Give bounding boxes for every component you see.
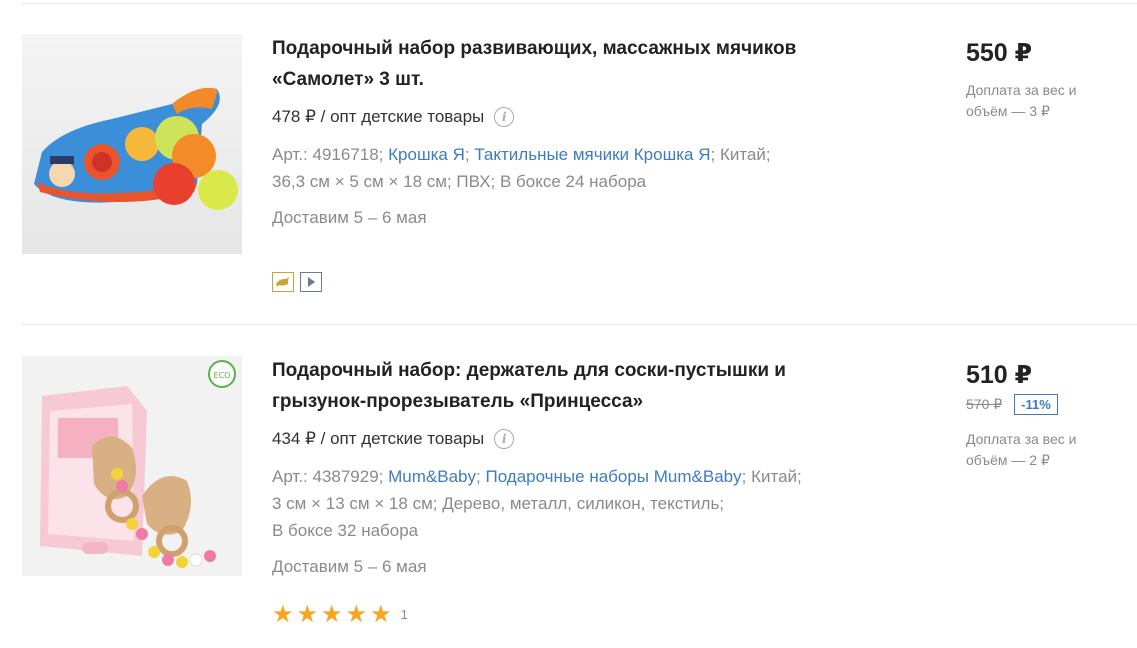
discount-badge: -11% [1014, 394, 1058, 415]
opt-price: 478 ₽ / опт детские товары [272, 107, 485, 126]
category-link[interactable]: Тактильные мячики Крошка Я [474, 145, 710, 164]
delivery-info: Доставим 5 – 6 мая [272, 557, 427, 576]
article-number: Арт.: 4916718; [272, 145, 384, 164]
star-icon: ★ [296, 600, 319, 628]
product-image[interactable]: ECO [22, 356, 242, 576]
product-title[interactable]: Подарочный набор развивающих, массажных … [272, 33, 872, 95]
product-meta: Арт.: 4387929; Mum&Baby; Подарочные набо… [272, 467, 802, 540]
star-icon: ★ [370, 600, 392, 628]
price: 550 ₽ [966, 39, 1033, 67]
category-link[interactable]: Подарочные наборы Mum&Baby [485, 467, 741, 486]
opt-price: 434 ₽ / опт детские товары [272, 429, 485, 448]
old-price: 570 ₽ [966, 396, 1003, 412]
info-icon[interactable]: i [494, 429, 515, 449]
country: Китай; [719, 145, 771, 164]
item-divider [22, 324, 1137, 325]
brand-link[interactable]: Крошка Я [388, 145, 465, 164]
surcharge-note: Доплата за вес и объём — 3 ₽ [966, 82, 1077, 119]
product-meta: Арт.: 4916718; Крошка Я; Тактильные мячи… [272, 145, 771, 191]
rating-count: 1 [400, 606, 408, 622]
star-icon: ★ [321, 600, 343, 628]
product-card: Подарочный набор развивающих, массажных … [0, 0, 1137, 325]
product-title[interactable]: Подарочный набор: держатель для соски-пу… [272, 355, 872, 417]
surcharge-note: Доплата за вес и объём — 2 ₽ [966, 431, 1077, 468]
brand-link[interactable]: Mum&Baby [388, 467, 476, 486]
dolphin-icon[interactable] [272, 272, 294, 292]
star-icon: ★ [272, 600, 294, 628]
info-icon[interactable]: i [494, 107, 515, 127]
price: 510 ₽ [966, 361, 1033, 389]
old-price-row: 570 ₽ -11% [966, 394, 1058, 415]
specs: 3 см × 13 см × 18 см; Дерево, металл, си… [272, 494, 725, 513]
specs: 36,3 см × 5 см × 18 см; ПВХ; В боксе 24 … [272, 172, 647, 191]
star-icon: ★ [345, 600, 368, 628]
article-number: Арт.: 4387929; [272, 467, 384, 486]
opt-price-row: 434 ₽ / опт детские товары i [272, 429, 515, 449]
rating[interactable]: ★ ★ ★ ★ ★ 1 [272, 602, 408, 626]
product-card: ECO Подарочный набор: держатель для соск… [0, 326, 1137, 648]
product-image[interactable] [22, 34, 242, 254]
play-icon[interactable] [300, 272, 322, 292]
badges [272, 272, 322, 292]
delivery-info: Доставим 5 – 6 мая [272, 208, 427, 227]
country: Китай; [751, 467, 802, 486]
box-quantity: В боксе 32 набора [272, 521, 419, 540]
opt-price-row: 478 ₽ / опт детские товары i [272, 107, 515, 127]
svg-text:ECO: ECO [214, 371, 231, 380]
